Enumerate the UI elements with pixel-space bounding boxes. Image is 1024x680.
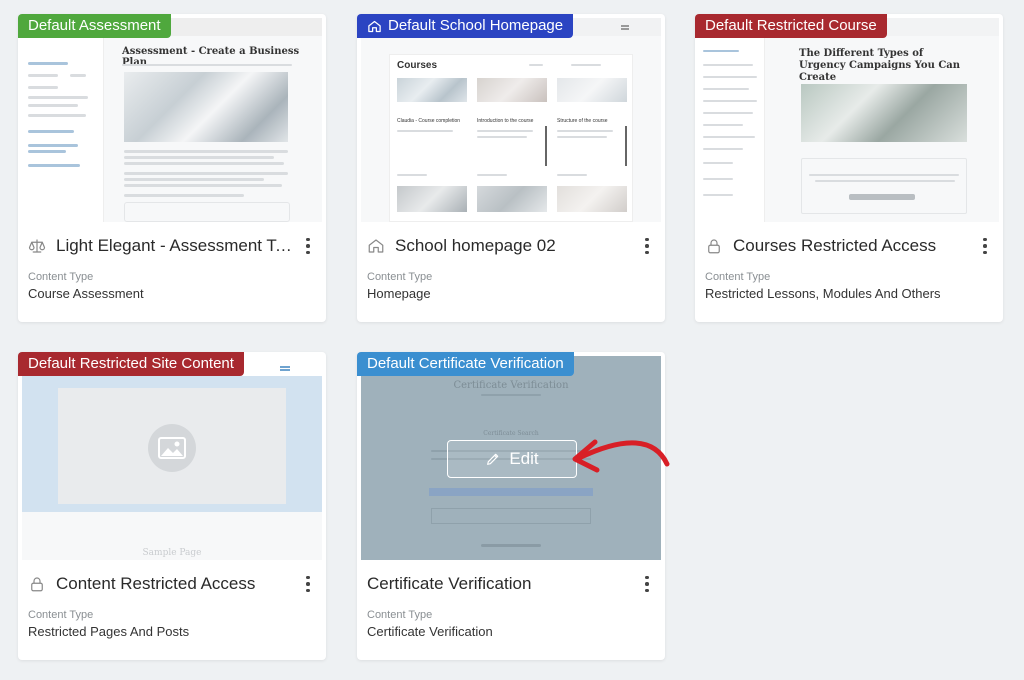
content-type-value: Restricted Lessons, Modules And Others (705, 286, 941, 301)
template-card-restricted-site-content[interactable]: Sample Page Default Restricted Site Cont… (18, 352, 326, 660)
more-options-icon[interactable] (975, 234, 995, 258)
card-title: Content Restricted Access (56, 574, 256, 593)
course-title: Introduction to the course (477, 118, 534, 124)
content-type-label: Content Type (367, 271, 433, 283)
card-title: Courses Restricted Access (733, 236, 937, 255)
image-placeholder-icon (148, 424, 196, 472)
content-type-value: Certificate Verification (367, 624, 493, 639)
more-options-icon[interactable] (298, 572, 318, 596)
template-thumbnail[interactable]: Courses Claudia - Course completion Intr… (361, 18, 661, 222)
scale-icon (28, 239, 46, 253)
default-badge: Default Certificate Verification (357, 352, 574, 376)
default-badge: Default Restricted Course (695, 14, 887, 38)
content-type-value: Course Assessment (28, 286, 144, 301)
more-options-icon[interactable] (637, 572, 657, 596)
template-card-restricted-course[interactable]: The Different Types of Urgency Campaigns… (695, 14, 1003, 322)
preview-caption: Sample Page (142, 548, 202, 558)
preview-heading: The Different Types of Urgency Campaigns… (799, 48, 961, 83)
template-card-school-homepage[interactable]: Courses Claudia - Course completion Intr… (357, 14, 665, 322)
content-type-label: Content Type (705, 271, 771, 283)
card-title: Certificate Verification (367, 574, 532, 593)
content-type-label: Content Type (367, 609, 433, 621)
template-card-certificate-verification[interactable]: Certificate Verification Certificate Sea… (357, 352, 665, 660)
default-badge: Default Restricted Site Content (18, 352, 244, 376)
content-type-value: Homepage (367, 286, 431, 301)
template-card-assessment[interactable]: Assessment - Create a Business Plan Defa… (18, 14, 326, 322)
card-title: Light Elegant - Assessment Template (56, 236, 298, 255)
lock-icon (31, 577, 43, 592)
edit-button[interactable]: Edit (447, 440, 577, 478)
preview-photo (124, 72, 288, 142)
home-icon (368, 20, 381, 32)
course-title: Structure of the course (557, 118, 608, 124)
card-title: School homepage 02 (395, 236, 556, 255)
preview-heading: Certificate Verification (453, 380, 569, 391)
template-thumbnail[interactable]: Sample Page (22, 356, 322, 560)
more-options-icon[interactable] (298, 234, 318, 258)
content-type-label: Content Type (28, 271, 94, 283)
lock-icon (708, 239, 720, 254)
pencil-icon (487, 453, 499, 465)
course-title: Claudia - Course completion (397, 118, 461, 124)
annotation-arrow-icon (572, 439, 670, 473)
preview-heading: Courses (397, 60, 438, 71)
template-thumbnail[interactable]: The Different Types of Urgency Campaigns… (699, 18, 999, 222)
default-badge: Default Assessment (18, 14, 171, 38)
more-options-icon[interactable] (637, 234, 657, 258)
preview-photo (801, 84, 967, 142)
content-type-value: Restricted Pages And Posts (28, 624, 190, 639)
template-thumbnail[interactable]: Assessment - Create a Business Plan (22, 18, 322, 222)
default-badge: Default School Homepage (357, 14, 574, 38)
home-icon (368, 239, 384, 253)
content-type-label: Content Type (28, 609, 94, 621)
